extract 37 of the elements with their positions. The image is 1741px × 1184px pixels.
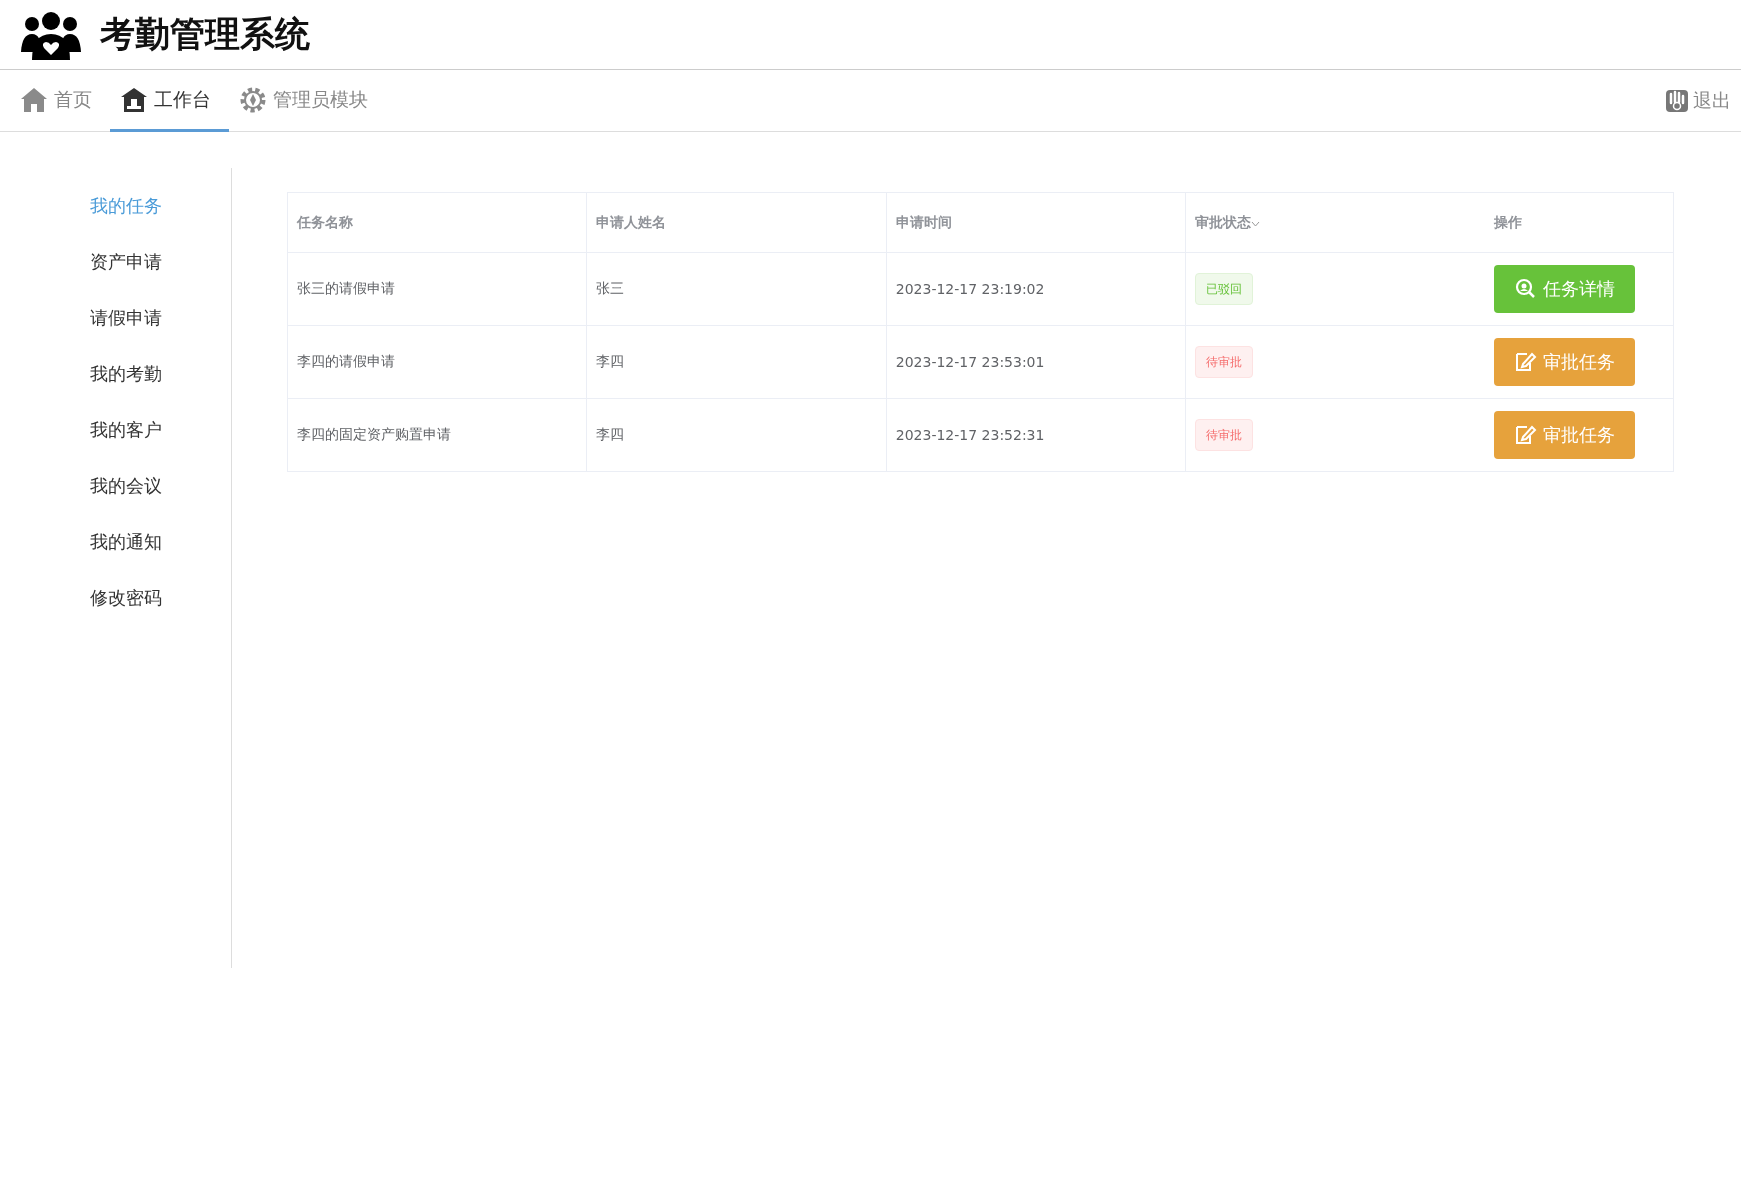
- nav-tab[interactable]: 首页: [10, 70, 110, 132]
- table-cell: 李四的固定资产购置申请: [297, 426, 451, 442]
- nav-tab[interactable]: 工作台: [110, 70, 229, 132]
- table-cell: 李四的请假申请: [297, 353, 395, 369]
- table-cell: 2023-12-17 23:52:31: [895, 427, 1045, 443]
- sidebar-item[interactable]: 修改密码: [0, 570, 162, 626]
- column-header: 审批状态: [1195, 213, 1252, 230]
- table-cell: 2023-12-17 23:19:02: [895, 281, 1045, 297]
- sidebar-item[interactable]: 我的考勤: [0, 346, 162, 402]
- sidebar-item[interactable]: 我的客户: [0, 402, 162, 458]
- nav-tab[interactable]: 管理员模块: [229, 70, 386, 132]
- table-cell: 张三的请假申请: [297, 280, 395, 296]
- column-header: 任务名称: [297, 213, 353, 230]
- table-cell: 张三: [596, 280, 625, 296]
- building-icon: [120, 86, 148, 113]
- edit-document-icon: [1514, 424, 1537, 446]
- column-header: 申请人姓名: [596, 213, 667, 230]
- magnifier-icon: [1514, 278, 1537, 300]
- status-tag: 待审批: [1195, 419, 1254, 451]
- sidebar-item[interactable]: 我的会议: [0, 458, 162, 514]
- gear-icon: [239, 85, 267, 114]
- column-header: 操作: [1494, 213, 1522, 230]
- status-tag: 待审批: [1195, 346, 1254, 378]
- house-icon: [20, 86, 48, 113]
- sidebar-item[interactable]: 请假申请: [0, 290, 162, 346]
- status-tag: 已驳回: [1195, 273, 1254, 305]
- column-header: 申请时间: [895, 213, 952, 230]
- sidebar-item[interactable]: 资产申请: [0, 234, 162, 290]
- app-title: 考勤管理系统: [100, 13, 310, 56]
- people-logo-icon: [20, 9, 82, 60]
- hand-icon: [1665, 88, 1689, 113]
- sidebar-item[interactable]: 我的通知: [0, 514, 162, 570]
- table-cell: 2023-12-17 23:53:01: [895, 354, 1045, 370]
- table-cell: 李四: [596, 426, 625, 442]
- table-cell: 李四: [596, 353, 625, 369]
- edit-document-icon: [1514, 351, 1537, 373]
- logout-link[interactable]: 退出: [1665, 70, 1731, 131]
